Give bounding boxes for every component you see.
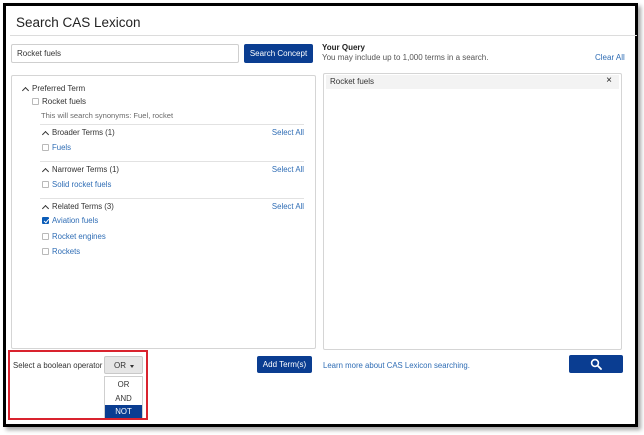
search-icon <box>590 358 602 370</box>
menu-option-or[interactable]: OR <box>105 378 142 391</box>
boolean-operator-value: OR <box>114 361 126 370</box>
chevron-up-icon[interactable] <box>41 167 50 176</box>
chevron-up-icon[interactable] <box>41 204 50 213</box>
term-link-rockets[interactable]: Rockets <box>52 247 80 256</box>
header-divider <box>10 35 637 36</box>
narrower-select-all-link[interactable]: Select All <box>272 165 304 174</box>
related-terms-group: Related Terms (3) Select All Aviation fu… <box>40 198 304 260</box>
broader-select-all-link[interactable]: Select All <box>272 128 304 137</box>
learn-more-link[interactable]: Learn more about CAS Lexicon searching. <box>323 361 470 370</box>
term-checkbox-rockets[interactable] <box>42 248 49 255</box>
query-term-label: Rocket fuels <box>330 77 375 86</box>
term-link-aviation-fuels[interactable]: Aviation fuels <box>52 216 98 225</box>
narrower-terms-title: Narrower Terms (1) <box>52 165 120 174</box>
term-browser-panel: Preferred Term Rocket fuels This will se… <box>11 75 316 349</box>
term-link-solid-rocket-fuels[interactable]: Solid rocket fuels <box>52 180 111 189</box>
group-divider <box>40 124 304 125</box>
boolean-operator-label: Select a boolean operator <box>13 361 103 370</box>
query-term-chip: Rocket fuels × <box>326 75 619 89</box>
caret-down-icon <box>130 365 134 368</box>
modal-title: Search CAS Lexicon <box>16 15 141 30</box>
modal-header: Search CAS Lexicon <box>10 10 637 36</box>
menu-option-and[interactable]: AND <box>105 392 142 405</box>
broader-terms-group: Broader Terms (1) Select All Fuels <box>40 124 304 159</box>
preferred-term-checkbox[interactable] <box>32 98 39 105</box>
boolean-operator-menu: OR AND NOT <box>104 376 143 418</box>
related-select-all-link[interactable]: Select All <box>272 202 304 211</box>
boolean-operator-select[interactable]: OR <box>104 356 143 374</box>
term-checkbox-aviation-fuels[interactable] <box>42 217 49 224</box>
synonyms-note: This will search synonyms: Fuel, rocket <box>41 111 174 120</box>
your-query-subtitle: You may include up to 1,000 terms in a s… <box>322 53 489 62</box>
search-button[interactable] <box>569 355 623 373</box>
term-checkbox-fuels[interactable] <box>42 144 49 151</box>
add-terms-button[interactable]: Add Term(s) <box>257 356 312 373</box>
clear-all-link[interactable]: Clear All <box>595 53 625 62</box>
term-link-fuels[interactable]: Fuels <box>52 143 71 152</box>
preferred-term-heading: Preferred Term <box>32 84 86 93</box>
search-concept-button[interactable]: Search Concept <box>244 44 313 63</box>
chevron-up-icon[interactable] <box>21 86 30 95</box>
query-panel: Rocket fuels × <box>323 73 622 350</box>
narrower-terms-group: Narrower Terms (1) Select All Solid rock… <box>40 161 304 196</box>
close-icon[interactable]: × <box>606 76 612 86</box>
preferred-term-label: Rocket fuels <box>42 97 87 106</box>
concept-search-input[interactable] <box>11 44 239 63</box>
chevron-up-icon[interactable] <box>41 130 50 139</box>
related-terms-title: Related Terms (3) <box>52 202 114 211</box>
your-query-title: Your Query <box>322 43 365 52</box>
term-checkbox-rocket-engines[interactable] <box>42 233 49 240</box>
term-link-rocket-engines[interactable]: Rocket engines <box>52 232 106 241</box>
group-divider <box>40 198 304 199</box>
term-checkbox-solid-rocket-fuels[interactable] <box>42 181 49 188</box>
group-divider <box>40 161 304 162</box>
menu-option-not[interactable]: NOT <box>105 405 142 418</box>
broader-terms-title: Broader Terms (1) <box>52 128 115 137</box>
